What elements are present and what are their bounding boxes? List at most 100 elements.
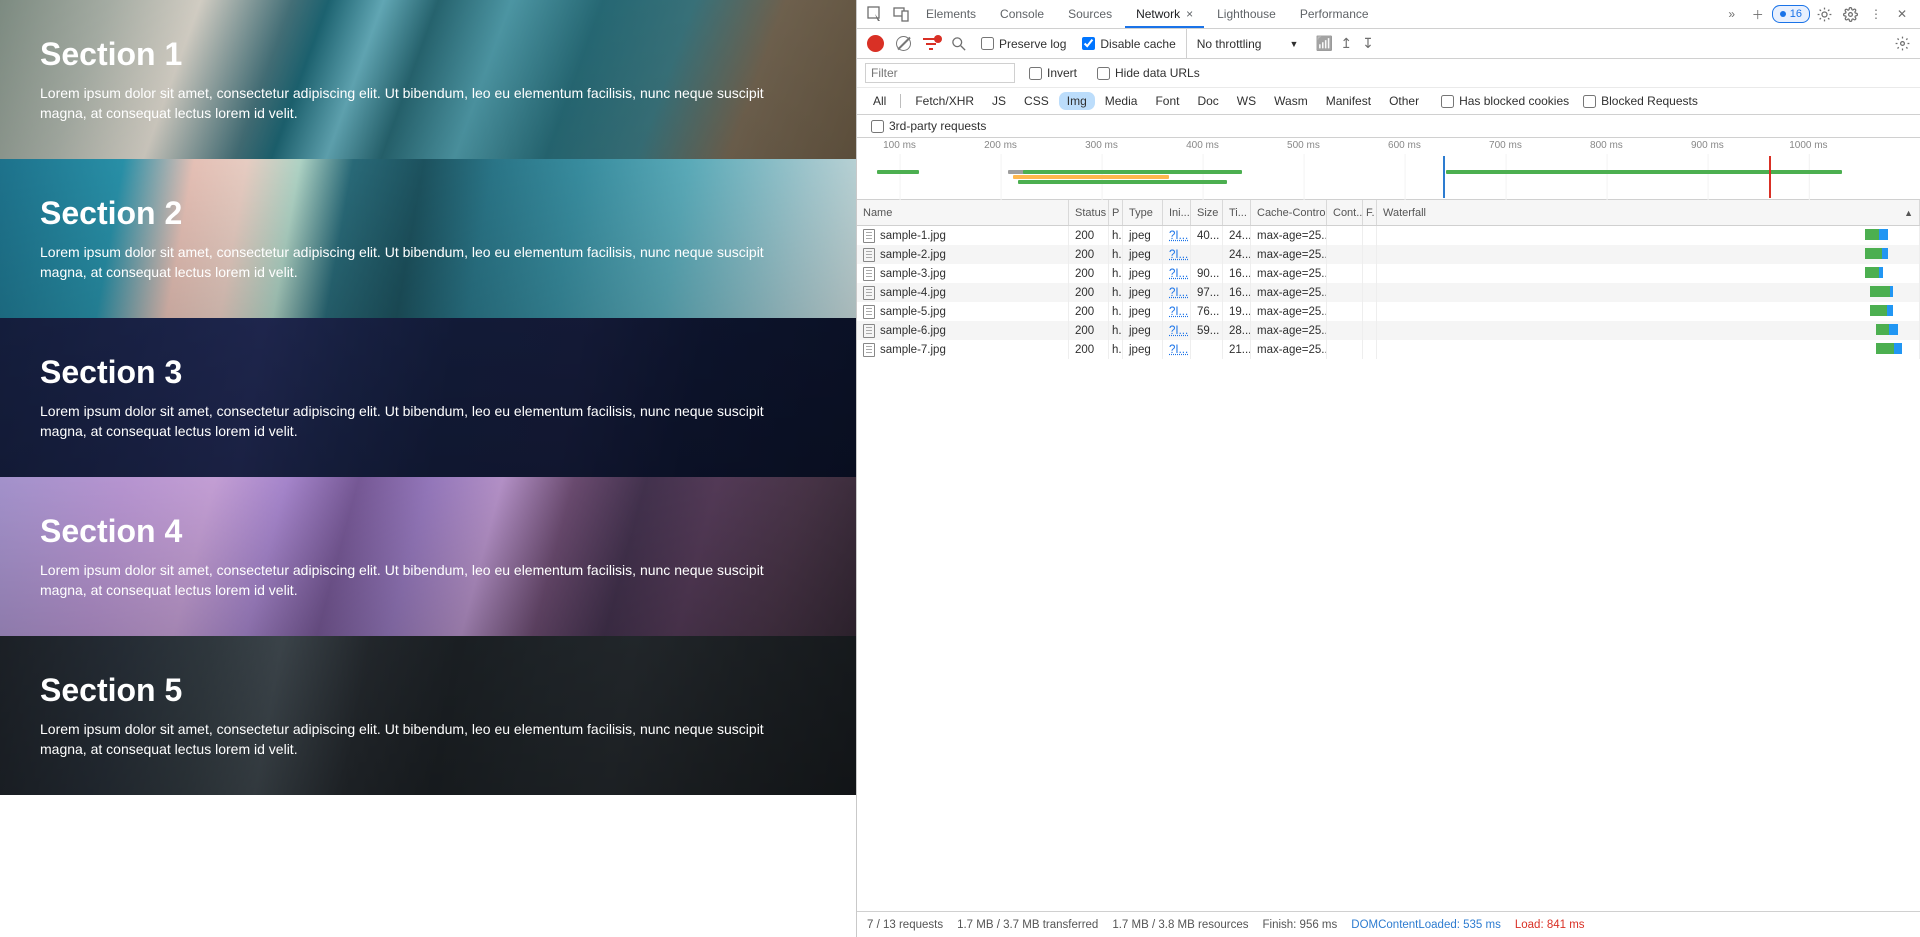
table-row[interactable]: sample-6.jpg200h..jpeg?I...59...28...max… — [857, 321, 1920, 340]
preserve-log-checkbox[interactable]: Preserve log — [975, 37, 1072, 51]
initiator-link[interactable]: ?I... — [1169, 325, 1188, 337]
initiator-link[interactable]: ?I... — [1169, 306, 1188, 318]
col-type[interactable]: Type — [1123, 200, 1163, 225]
filter-toggle-icon[interactable] — [919, 32, 943, 56]
file-icon — [863, 267, 875, 281]
network-settings-icon[interactable] — [1890, 32, 1914, 56]
initiator-link[interactable]: ?I... — [1169, 249, 1188, 261]
tab-console[interactable]: Console — [989, 0, 1055, 28]
col-content[interactable]: Cont... — [1327, 200, 1363, 225]
request-name: sample-5.jpg — [880, 306, 946, 318]
col-waterfall[interactable]: Waterfall▲ — [1377, 200, 1920, 225]
tab-performance[interactable]: Performance — [1289, 0, 1380, 28]
network-conditions-icon[interactable] — [1312, 32, 1336, 56]
type-other[interactable]: Other — [1381, 92, 1427, 110]
initiator-link[interactable]: ?I... — [1169, 268, 1188, 280]
record-button[interactable] — [863, 32, 887, 56]
type-fetch[interactable]: Fetch/XHR — [907, 92, 982, 110]
section-text: Lorem ipsum dolor sit amet, consectetur … — [40, 560, 810, 601]
col-p[interactable]: P — [1109, 200, 1123, 225]
table-row[interactable]: sample-2.jpg200h..jpeg?I...24...max-age=… — [857, 245, 1920, 264]
table-row[interactable]: sample-4.jpg200h..jpeg?I...97...16...max… — [857, 283, 1920, 302]
search-icon[interactable] — [947, 32, 971, 56]
cell-time: 19... — [1223, 302, 1251, 321]
col-size[interactable]: Size — [1191, 200, 1223, 225]
col-status[interactable]: Status — [1069, 200, 1109, 225]
upload-har-icon[interactable]: ↥ — [1340, 35, 1352, 52]
type-js[interactable]: JS — [984, 92, 1014, 110]
invert-checkbox[interactable]: Invert — [1023, 66, 1083, 80]
device-toolbar-icon[interactable] — [889, 2, 913, 26]
third-party-checkbox[interactable]: 3rd-party requests — [865, 119, 992, 133]
cell-cache: max-age=25... — [1251, 245, 1327, 264]
request-type-filter: All Fetch/XHR JS CSS Img Media Font Doc … — [857, 88, 1920, 115]
close-icon[interactable]: × — [1186, 7, 1193, 21]
initiator-link[interactable]: ?I... — [1169, 344, 1188, 356]
table-row[interactable]: sample-1.jpg200h..jpeg?I...40...24...max… — [857, 226, 1920, 245]
download-har-icon[interactable]: ↧ — [1362, 35, 1374, 52]
tab-network[interactable]: Network × — [1125, 0, 1204, 28]
cell-type: jpeg — [1123, 245, 1163, 264]
cell-content — [1327, 302, 1363, 321]
clear-button[interactable] — [891, 32, 915, 56]
initiator-link[interactable]: ?I... — [1169, 230, 1188, 242]
page-preview[interactable]: Section 1 Lorem ipsum dolor sit amet, co… — [0, 0, 856, 937]
type-img[interactable]: Img — [1059, 92, 1095, 110]
timeline-tick: 200 ms — [984, 140, 1017, 151]
blocked-cookies-checkbox[interactable]: Has blocked cookies — [1441, 94, 1569, 108]
col-time[interactable]: Ti... — [1223, 200, 1251, 225]
cell-protocol: h.. — [1109, 264, 1123, 283]
type-media[interactable]: Media — [1097, 92, 1146, 110]
more-tabs-icon[interactable]: » — [1720, 2, 1744, 26]
blocked-requests-checkbox[interactable]: Blocked Requests — [1583, 94, 1698, 108]
kebab-menu-icon[interactable]: ⋮ — [1864, 2, 1888, 26]
timeline-tick: 400 ms — [1186, 140, 1219, 151]
cell-waterfall — [1377, 321, 1920, 340]
type-doc[interactable]: Doc — [1189, 92, 1226, 110]
close-devtools-icon[interactable]: ✕ — [1890, 2, 1914, 26]
timeline-overview[interactable]: 100 ms200 ms300 ms400 ms500 ms600 ms700 … — [857, 138, 1920, 200]
file-icon — [863, 248, 875, 262]
col-f[interactable]: F. — [1363, 200, 1377, 225]
table-row[interactable]: sample-3.jpg200h..jpeg?I...90...16...max… — [857, 264, 1920, 283]
type-all[interactable]: All — [865, 92, 894, 110]
cell-time: 24... — [1223, 245, 1251, 264]
cell-time: 16... — [1223, 264, 1251, 283]
tab-label: Network — [1136, 7, 1180, 21]
section-title: Section 1 — [40, 36, 816, 73]
filter-input[interactable] — [865, 63, 1015, 83]
devtools-settings-icon[interactable] — [1838, 2, 1862, 26]
type-font[interactable]: Font — [1147, 92, 1187, 110]
tab-lighthouse[interactable]: Lighthouse — [1206, 0, 1287, 28]
table-row[interactable]: sample-7.jpg200h..jpeg?I...21...max-age=… — [857, 340, 1920, 359]
type-wasm[interactable]: Wasm — [1266, 92, 1316, 110]
disable-cache-checkbox[interactable]: Disable cache — [1076, 37, 1181, 51]
hide-data-urls-checkbox[interactable]: Hide data URLs — [1091, 66, 1206, 80]
table-row[interactable]: sample-5.jpg200h..jpeg?I...76...19...max… — [857, 302, 1920, 321]
col-initiator[interactable]: Ini... — [1163, 200, 1191, 225]
tab-sources[interactable]: Sources — [1057, 0, 1123, 28]
cell-protocol: h.. — [1109, 321, 1123, 340]
type-ws[interactable]: WS — [1229, 92, 1264, 110]
cell-cache: max-age=25... — [1251, 321, 1327, 340]
devtools-tabbar: Elements Console Sources Network × Light… — [857, 0, 1920, 29]
cell-protocol: h.. — [1109, 283, 1123, 302]
issues-badge[interactable]: 16 — [1772, 5, 1810, 23]
inspect-element-icon[interactable] — [863, 2, 887, 26]
timeline-tick: 100 ms — [883, 140, 916, 151]
col-cache[interactable]: Cache-Control — [1251, 200, 1327, 225]
request-name: sample-1.jpg — [880, 230, 946, 242]
throttling-select[interactable]: No throttling▼ — [1186, 29, 1309, 58]
cell-type: jpeg — [1123, 340, 1163, 359]
section-1: Section 1 Lorem ipsum dolor sit amet, co… — [0, 0, 856, 159]
type-css[interactable]: CSS — [1016, 92, 1057, 110]
add-tab-icon[interactable]: ＋ — [1746, 2, 1770, 26]
section-text: Lorem ipsum dolor sit amet, consectetur … — [40, 242, 810, 283]
timeline-tick: 900 ms — [1691, 140, 1724, 151]
cell-type: jpeg — [1123, 302, 1163, 321]
initiator-link[interactable]: ?I... — [1169, 287, 1188, 299]
tab-elements[interactable]: Elements — [915, 0, 987, 28]
type-manifest[interactable]: Manifest — [1318, 92, 1379, 110]
settings-icon[interactable] — [1812, 2, 1836, 26]
col-name[interactable]: Name — [857, 200, 1069, 225]
